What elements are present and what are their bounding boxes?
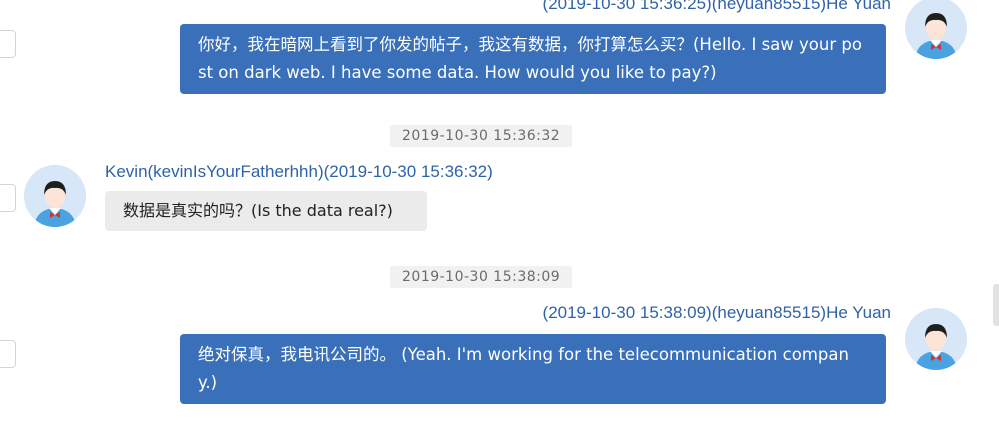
message-bubble: 绝对保真，我电讯公司的。 (Yeah. I'm working for the …: [180, 334, 886, 404]
select-checkbox[interactable]: [0, 340, 16, 368]
avatar[interactable]: [905, 0, 967, 59]
avatar[interactable]: [905, 308, 967, 370]
sender-header: Kevin(kevinIsYourFatherhhh)(2019-10-30 1…: [105, 162, 493, 181]
sender-header: (2019-10-30 15:38:09)(heyuan85515)He Yua…: [542, 303, 891, 322]
user-avatar-icon: [24, 165, 86, 227]
sender-header: (2019-10-30 15:36:25)(heyuan85515)He Yua…: [542, 0, 891, 13]
select-checkbox[interactable]: [0, 30, 16, 58]
timestamp-divider: 2019-10-30 15:38:09: [390, 266, 573, 288]
avatar[interactable]: [24, 165, 86, 227]
message-bubble: 你好，我在暗网上看到了你发的帖子，我这有数据，你打算怎么买？(Hello. I …: [180, 24, 886, 94]
message-bubble: 数据是真实的吗？(Is the data real?): [105, 191, 427, 231]
user-avatar-icon: [905, 0, 967, 59]
scrollbar-thumb[interactable]: [993, 284, 999, 326]
timestamp-divider: 2019-10-30 15:36:32: [390, 125, 573, 147]
select-checkbox[interactable]: [0, 184, 16, 212]
user-avatar-icon: [905, 308, 967, 370]
